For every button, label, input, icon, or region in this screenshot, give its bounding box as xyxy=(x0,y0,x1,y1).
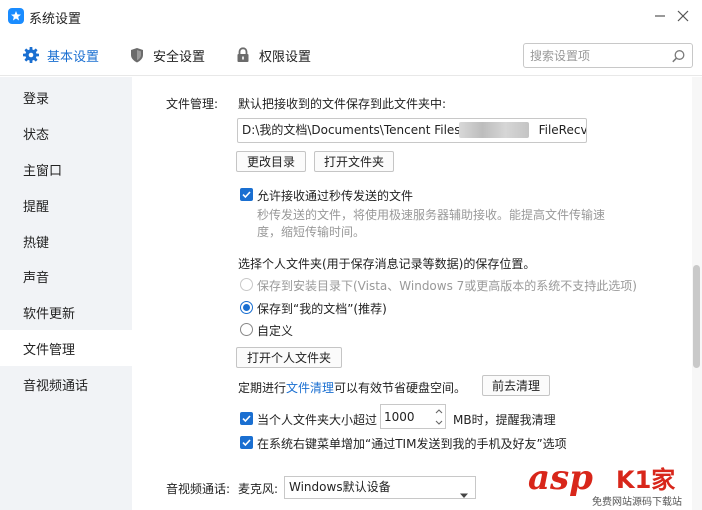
search-icon[interactable] xyxy=(671,49,686,67)
radio-my-documents[interactable] xyxy=(240,301,253,314)
minimize-button[interactable] xyxy=(648,5,672,27)
watermark-brand: asp xyxy=(528,458,593,498)
tab-basic-settings-label: 基本设置 xyxy=(47,49,100,65)
sidebar-item-file-management[interactable]: 文件管理 xyxy=(0,330,132,366)
sidebar-item-label: 热键 xyxy=(23,235,50,251)
settings-content: 文件管理: 默认把接收到的文件保存到此文件夹中: D:\我的文档\Documen… xyxy=(132,77,702,510)
size-unit-suffix: MB时，提醒我清理 xyxy=(453,413,556,427)
size-reminder-label: 当个人文件夹大小超过 xyxy=(257,413,378,427)
sidebar-item-label: 登录 xyxy=(23,91,50,107)
sidebar-item-label: 主窗口 xyxy=(23,163,63,179)
open-personal-folder-button[interactable]: 打开个人文件夹 xyxy=(236,347,342,368)
microphone-select[interactable]: Windows默认设备 xyxy=(284,476,476,499)
spin-down-icon[interactable] xyxy=(433,417,445,428)
tab-permission-settings[interactable]: 权限设置 xyxy=(234,34,311,76)
scrollbar-thumb[interactable] xyxy=(693,265,700,368)
tab-permission-settings-label: 权限设置 xyxy=(259,49,312,65)
instant-transfer-desc-line2: 度，缩短传输时间。 xyxy=(257,225,366,239)
sidebar: 登录 状态 主窗口 提醒 热键 声音 软件更新 文件管理 音视频通话 xyxy=(0,77,132,510)
gear-icon xyxy=(22,46,40,64)
microphone-label: 麦克风: xyxy=(238,482,279,496)
radio-install-dir[interactable] xyxy=(240,278,253,291)
cleanup-suffix: 可以有效节省硬盘空间。 xyxy=(334,381,467,395)
sidebar-item-sound[interactable]: 声音 xyxy=(0,258,132,294)
watermark-sub: 免费网站源码下载站 xyxy=(592,497,682,508)
sidebar-item-status[interactable]: 状态 xyxy=(0,115,132,151)
sidebar-item-label: 音视频通话 xyxy=(23,378,89,394)
sidebar-item-login[interactable]: 登录 xyxy=(0,79,132,115)
radio-custom[interactable] xyxy=(240,323,253,336)
save-path-field[interactable]: D:\我的文档\Documents\Tencent Files\ FileRecv… xyxy=(237,118,587,143)
tab-security-settings[interactable]: 安全设置 xyxy=(128,34,205,76)
allow-instant-transfer-label: 允许接收通过秒传发送的文件 xyxy=(257,189,414,203)
open-folder-button[interactable]: 打开文件夹 xyxy=(314,151,394,172)
search-input[interactable] xyxy=(530,46,668,65)
file-mgmt-section-label: 文件管理: xyxy=(166,97,219,111)
check-icon xyxy=(242,415,251,423)
minimize-icon xyxy=(655,15,665,17)
lock-icon xyxy=(234,46,252,64)
radio-my-documents-label: 保存到“我的文档”(推荐) xyxy=(257,302,387,316)
tab-basic-settings[interactable]: 基本设置 xyxy=(22,34,99,76)
tab-security-settings-label: 安全设置 xyxy=(153,49,206,65)
size-threshold-stepper xyxy=(380,404,446,429)
instant-transfer-desc-line1: 秒传发送的文件，将使用极速服务器辅助接收。能提高文件传输速 xyxy=(257,208,606,222)
context-menu-label: 在系统右键菜单增加“通过TIM发送到我的手机及好友”选项 xyxy=(257,437,567,451)
dropdown-arrow-icon xyxy=(459,485,469,506)
sidebar-item-label: 状态 xyxy=(23,127,50,143)
sidebar-item-hotkey[interactable]: 热键 xyxy=(0,223,132,259)
file-cleanup-link[interactable]: 文件清理 xyxy=(286,381,334,395)
sidebar-item-update[interactable]: 软件更新 xyxy=(0,294,132,330)
save-path-prefix: D:\我的文档\Documents\Tencent Files\ xyxy=(242,123,465,137)
title-bar: 系统设置 xyxy=(0,0,702,34)
check-icon xyxy=(242,191,251,199)
app-logo-icon xyxy=(8,8,24,24)
shield-icon xyxy=(128,46,146,64)
context-menu-checkbox[interactable] xyxy=(240,436,253,449)
size-threshold-input[interactable] xyxy=(384,408,430,425)
sidebar-item-av-call[interactable]: 音视频通话 xyxy=(0,366,132,402)
size-reminder-checkbox[interactable] xyxy=(240,412,253,425)
cleanup-prefix: 定期进行 xyxy=(238,381,287,395)
sidebar-item-label: 声音 xyxy=(23,270,50,286)
radio-custom-label: 自定义 xyxy=(257,324,294,338)
close-icon xyxy=(677,10,689,22)
sidebar-item-main-window[interactable]: 主窗口 xyxy=(0,151,132,187)
save-location-desc: 默认把接收到的文件保存到此文件夹中: xyxy=(238,97,447,111)
personal-folder-title: 选择个人文件夹(用于保存消息记录等数据)的保存位置。 xyxy=(238,257,536,271)
microphone-selected-value: Windows默认设备 xyxy=(289,480,391,494)
sidebar-item-label: 软件更新 xyxy=(23,306,76,322)
close-button[interactable] xyxy=(671,5,695,27)
spin-up-icon[interactable] xyxy=(433,406,445,417)
av-call-section-label: 音视频通话: xyxy=(166,482,231,496)
window-title: 系统设置 xyxy=(29,12,82,27)
save-path-suffix: FileRecv\ xyxy=(538,123,587,137)
allow-instant-transfer-checkbox[interactable] xyxy=(240,188,253,201)
search-box xyxy=(523,43,693,68)
redacted-account-id xyxy=(459,122,529,138)
go-clean-button[interactable]: 前去清理 xyxy=(482,375,550,396)
cleanup-hint: 定期进行文件清理可以有效节省硬盘空间。 xyxy=(238,379,466,396)
change-directory-button[interactable]: 更改目录 xyxy=(236,151,306,172)
watermark-brand-cn: K1家 xyxy=(616,466,676,494)
sidebar-item-reminder[interactable]: 提醒 xyxy=(0,187,132,223)
radio-install-dir-label: 保存到安装目录下(Vista、Windows 7或更高版本的系统不支持此选项) xyxy=(257,279,637,293)
site-watermark: asp K1家 免费网站源码下载站 xyxy=(528,458,702,510)
sidebar-item-label: 提醒 xyxy=(23,199,50,215)
sidebar-item-label: 文件管理 xyxy=(23,342,76,358)
check-icon xyxy=(242,439,251,447)
